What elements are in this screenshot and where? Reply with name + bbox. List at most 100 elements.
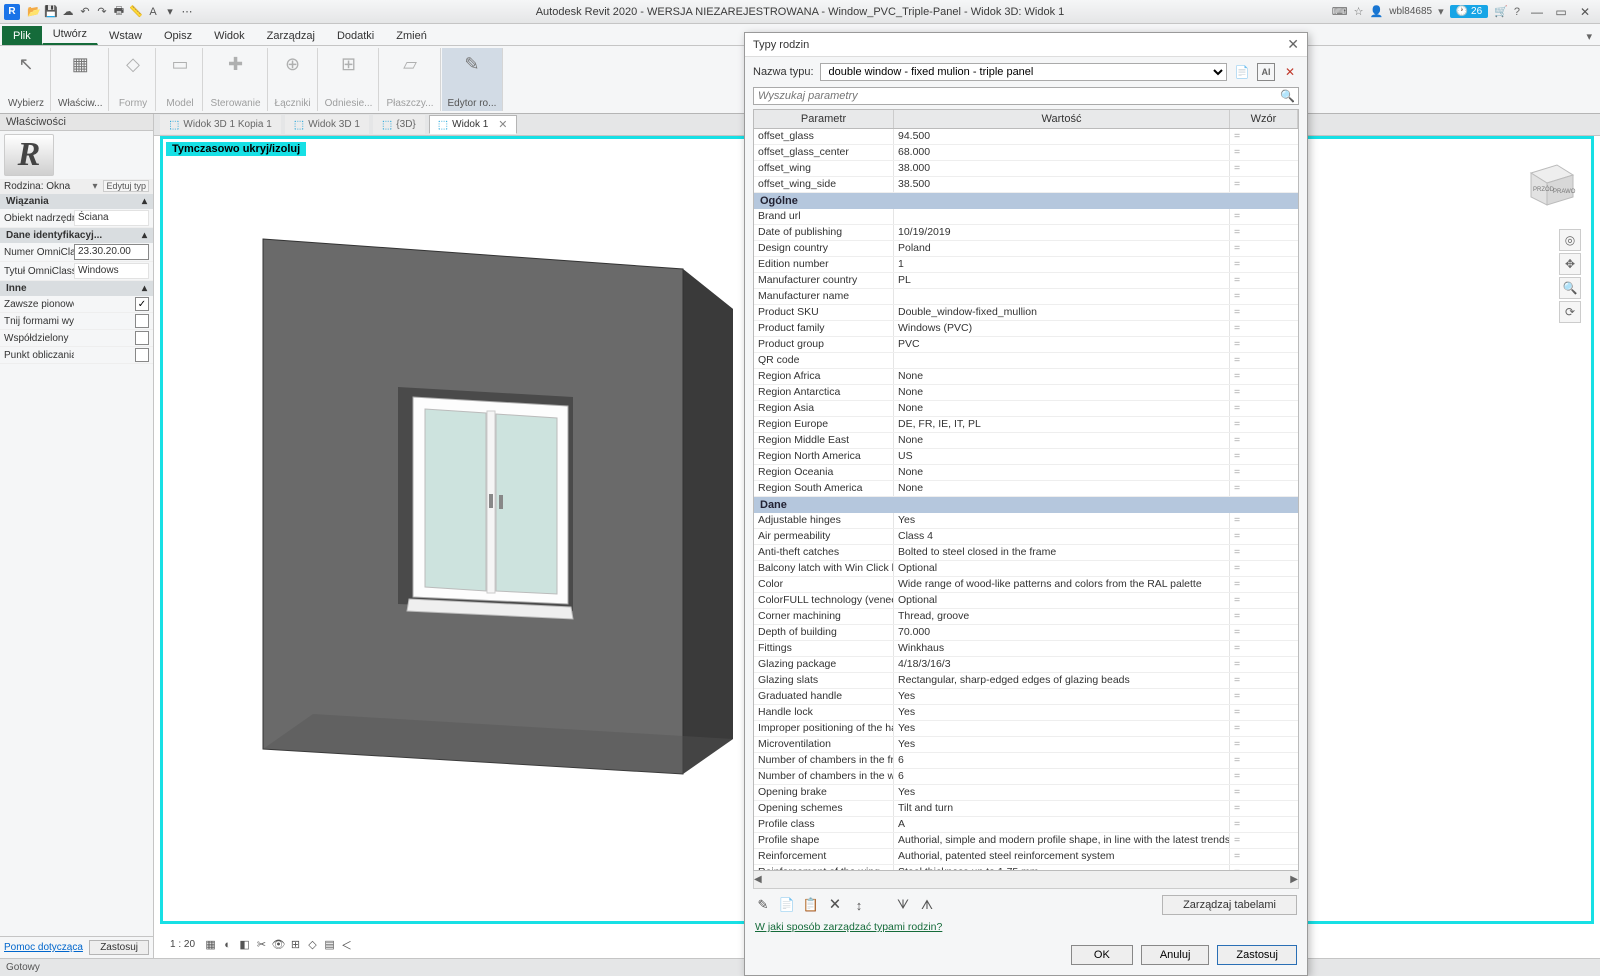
tab-zmien[interactable]: Zmień	[385, 26, 438, 45]
checkbox[interactable]	[135, 331, 149, 345]
view-tab-active[interactable]: ⬚Widok 1✕	[429, 115, 517, 134]
grid-row[interactable]: offset_glass_center68.000=	[754, 145, 1298, 161]
grid-row[interactable]: Design countryPoland=	[754, 241, 1298, 257]
keyboard-icon[interactable]: ⌨	[1332, 5, 1348, 18]
checkbox[interactable]	[135, 314, 149, 328]
ribbon-group-wlasciwosci[interactable]: ▦Właściw...	[52, 48, 109, 111]
view-tab[interactable]: ⬚{3D}	[373, 115, 425, 134]
tab-opisz[interactable]: Opisz	[153, 26, 203, 45]
grid-row[interactable]: Profile shapeAuthorial, simple and moder…	[754, 833, 1298, 849]
dropdown-icon[interactable]: ▾	[162, 4, 178, 20]
grid-row[interactable]: Handle lockYes=	[754, 705, 1298, 721]
ribbon-group-formy[interactable]: ◇Formy	[110, 48, 156, 111]
edit-type-button[interactable]: Edytuj typ	[103, 180, 149, 192]
grid-row[interactable]: offset_wing38.000=	[754, 161, 1298, 177]
vc-icon[interactable]: ◧	[237, 937, 252, 952]
nav-cube[interactable]: PRZÓD PRAWO	[1519, 153, 1577, 211]
dropdown-icon[interactable]: ▾	[92, 181, 97, 192]
ribbon-group-laczniki[interactable]: ⊕Łączniki	[269, 48, 318, 111]
vc-icon[interactable]: ✂	[254, 937, 269, 952]
pan-icon[interactable]: ✥	[1559, 253, 1581, 275]
ribbon-group-odniesie[interactable]: ⊞Odniesie...	[319, 48, 380, 111]
sort-desc-icon[interactable]: ᗑ	[919, 897, 935, 913]
app-logo[interactable]: R	[4, 4, 20, 20]
grid-row[interactable]: Product groupPVC=	[754, 337, 1298, 353]
open-icon[interactable]: 📂	[26, 4, 42, 20]
grid-row[interactable]: Edition number1=	[754, 257, 1298, 273]
new-param-icon[interactable]: 📄	[779, 897, 795, 913]
vc-icon[interactable]: ⊞	[288, 937, 303, 952]
grid-row[interactable]: Date of publishing10/19/2019=	[754, 225, 1298, 241]
delete-type-icon[interactable]: ✕	[1281, 63, 1299, 81]
star-icon[interactable]: ☆	[1354, 5, 1364, 18]
grid-row[interactable]: Depth of building70.000=	[754, 625, 1298, 641]
sync-icon[interactable]: ☁	[60, 4, 76, 20]
close-icon[interactable]: ✕	[1574, 3, 1596, 21]
apply-button[interactable]: Zastosuj	[89, 940, 149, 955]
grid-row[interactable]: Opening schemesTilt and turn=	[754, 801, 1298, 817]
apply-button[interactable]: Zastosuj	[1217, 945, 1297, 965]
search-icon[interactable]: 🔍	[1280, 89, 1295, 103]
vc-icon[interactable]: ＜	[339, 937, 354, 952]
checkbox[interactable]	[135, 348, 149, 362]
help-icon[interactable]: ?	[1514, 6, 1520, 18]
col-value[interactable]: Wartość	[894, 110, 1230, 128]
tab-file[interactable]: Plik	[2, 26, 42, 45]
grid-row[interactable]: Glazing slatsRectangular, sharp-edged ed…	[754, 673, 1298, 689]
grid-row[interactable]: Region South AmericaNone=	[754, 481, 1298, 497]
grid-row[interactable]: Balcony latch with Win Click handleOptio…	[754, 561, 1298, 577]
grid-row[interactable]: QR code=	[754, 353, 1298, 369]
grid-row[interactable]: MicroventilationYes=	[754, 737, 1298, 753]
restore-icon[interactable]: ▭	[1550, 3, 1572, 21]
grid-row[interactable]: Brand url=	[754, 209, 1298, 225]
grid-row[interactable]: Anti-theft catchesBolted to steel closed…	[754, 545, 1298, 561]
type-name-select[interactable]: double window - fixed mulion - triple pa…	[820, 63, 1227, 81]
search-input[interactable]	[753, 87, 1299, 105]
user-label[interactable]: wbl84685	[1389, 6, 1432, 17]
grid-row[interactable]: Glazing package4/18/3/16/3=	[754, 657, 1298, 673]
grid-row[interactable]: Opening brakeYes=	[754, 785, 1298, 801]
tab-widok[interactable]: Widok	[203, 26, 256, 45]
grid-row[interactable]: ColorFULL technology (veneer on thOption…	[754, 593, 1298, 609]
col-param[interactable]: Parametr	[754, 110, 894, 128]
copy-icon[interactable]: 📋	[803, 897, 819, 913]
delete-icon[interactable]: 🗙	[827, 897, 843, 913]
close-tab-icon[interactable]: ✕	[498, 118, 507, 131]
ribbon-group-sterowanie[interactable]: ✚Sterowanie	[204, 48, 267, 111]
rename-type-icon[interactable]: AI	[1257, 63, 1275, 81]
grid-section[interactable]: Ogólne	[754, 193, 1298, 209]
grid-row[interactable]: Graduated handleYes=	[754, 689, 1298, 705]
col-formula[interactable]: Wzór	[1230, 110, 1298, 128]
chevron-down-icon[interactable]: ▾	[1438, 5, 1444, 18]
horizontal-scrollbar[interactable]: ◀▶	[753, 871, 1299, 889]
view-scale[interactable]: 1 : 20	[170, 939, 195, 950]
ok-button[interactable]: OK	[1071, 945, 1133, 965]
save-icon[interactable]: 💾	[43, 4, 59, 20]
undo-icon[interactable]: ↶	[77, 4, 93, 20]
grid-row[interactable]: Adjustable hingesYes=	[754, 513, 1298, 529]
section-inne[interactable]: Inne▴	[0, 281, 153, 296]
row-value[interactable]: Windows	[74, 263, 149, 279]
ribbon-collapse-icon[interactable]: ▾	[1578, 28, 1600, 45]
user-icon[interactable]: 👤	[1370, 5, 1384, 18]
grid-row[interactable]: offset_wing_side38.500=	[754, 177, 1298, 193]
ribbon-group-edytor[interactable]: ✎Edytor ro...	[442, 48, 504, 111]
vc-icon[interactable]: ◐	[220, 937, 235, 952]
vc-icon[interactable]: ◇	[305, 937, 320, 952]
tab-dodatki[interactable]: Dodatki	[326, 26, 385, 45]
view-tab[interactable]: ⬚Widok 3D 1 Kopia 1	[160, 115, 281, 134]
grid-row[interactable]: offset_glass94.500=	[754, 129, 1298, 145]
vc-icon[interactable]: ▤	[322, 937, 337, 952]
print-icon[interactable]: 🖶	[111, 4, 127, 20]
grid-row[interactable]: ReinforcementAuthorial, patented steel r…	[754, 849, 1298, 865]
zoom-icon[interactable]: 🔍	[1559, 277, 1581, 299]
row-value[interactable]: Ściana	[74, 210, 149, 226]
grid-row[interactable]: Product familyWindows (PVC)=	[754, 321, 1298, 337]
grid-row[interactable]: Reinforcement of the wingSteel thickness…	[754, 865, 1298, 870]
cart-icon[interactable]: 🛒	[1494, 5, 1508, 18]
steering-wheel-icon[interactable]: ◎	[1559, 229, 1581, 251]
redo-icon[interactable]: ↷	[94, 4, 110, 20]
orbit-icon[interactable]: ⟳	[1559, 301, 1581, 323]
row-value[interactable]: 23.30.20.00	[74, 244, 149, 260]
grid-row[interactable]: Number of chambers in the frame6=	[754, 753, 1298, 769]
